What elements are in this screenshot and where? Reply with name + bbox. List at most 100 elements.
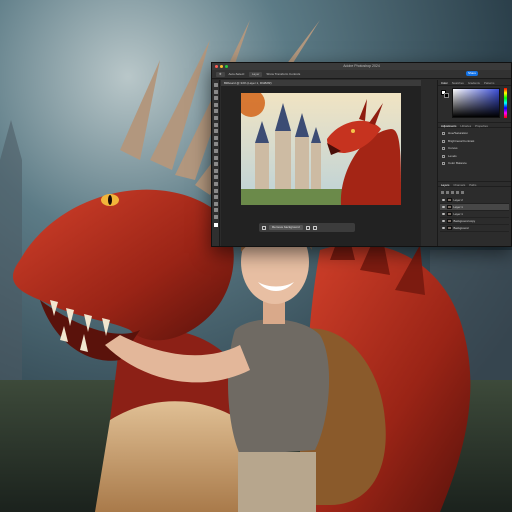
select-subject-icon[interactable]	[262, 225, 266, 230]
tab-libraries[interactable]: Libraries	[460, 123, 471, 128]
eraser-tool-icon[interactable]	[213, 155, 218, 160]
visibility-eye-icon[interactable]	[442, 212, 445, 216]
layer-name: Layer 1	[453, 211, 463, 216]
tab-patterns[interactable]: Patterns	[484, 80, 494, 85]
clone-stamp-tool-icon[interactable]	[213, 142, 218, 147]
adjustment-label: Color Balance	[448, 161, 467, 165]
layer-name: Layer 1	[453, 204, 463, 209]
title-bar: Adobe Photoshop 2024	[212, 63, 511, 70]
hand-tool-icon[interactable]	[213, 208, 218, 213]
layer-name: Layer 2	[453, 197, 463, 202]
tab-properties[interactable]: Properties	[475, 123, 488, 128]
adjustment-item[interactable]: Levels	[440, 153, 509, 161]
eyedropper-tool-icon[interactable]	[213, 122, 218, 127]
more-options-icon[interactable]	[312, 225, 317, 230]
hue-slider[interactable]	[504, 88, 507, 118]
visibility-eye-icon[interactable]	[442, 219, 445, 223]
adjustments-list: Hue/Saturation Brightness/Contrast Curve…	[440, 130, 509, 168]
visibility-eye-icon[interactable]	[442, 205, 445, 209]
adjustment-label: Curves	[448, 146, 458, 150]
color-panel-tabs: Color Swatches Gradients Patterns	[438, 80, 511, 86]
right-panel-dock: Color Swatches Gradients Patterns Adjust…	[437, 80, 511, 246]
visibility-eye-icon[interactable]	[442, 226, 445, 230]
mask-icon[interactable]	[305, 225, 310, 230]
adjustment-item[interactable]: Brightness/Contrast	[440, 138, 509, 146]
adjustment-item[interactable]: Curves	[440, 145, 509, 153]
layer-row[interactable]: Layer 2	[440, 197, 509, 204]
frame-tool-icon[interactable]	[213, 115, 218, 120]
tab-channels[interactable]: Channels	[453, 182, 465, 187]
layer-thumbnail	[446, 212, 452, 216]
move-tool-icon[interactable]: ✥	[216, 71, 225, 77]
document-canvas[interactable]	[241, 93, 401, 205]
lock-icon[interactable]	[461, 190, 464, 194]
marquee-tool-icon[interactable]	[213, 89, 218, 94]
visibility-eye-icon[interactable]	[442, 198, 445, 202]
move-tool-icon[interactable]	[213, 83, 218, 87]
type-tool-icon[interactable]	[213, 188, 218, 193]
filter-pixel-icon[interactable]	[441, 190, 444, 194]
adjustment-icon	[442, 132, 445, 136]
document-tab[interactable]: Billboard @ 34% (Layer 1, RGB/8#)	[221, 80, 421, 87]
adjustment-icon	[442, 147, 445, 151]
tab-color[interactable]: Color	[441, 80, 448, 85]
adjustment-icon	[442, 162, 445, 166]
transform-controls-checkbox[interactable]: Show Transform Controls	[266, 72, 300, 76]
layer-thumbnail	[446, 205, 452, 209]
share-button[interactable]: Share	[466, 71, 478, 76]
tab-paths[interactable]: Paths	[469, 182, 476, 187]
filter-type-icon[interactable]	[451, 190, 454, 194]
gradient-tool-icon[interactable]	[213, 162, 218, 167]
photoshop-window: Adobe Photoshop 2024 ✥ Auto-Select: Laye…	[211, 62, 512, 247]
healing-brush-tool-icon[interactable]	[213, 129, 218, 134]
layer-list: Layer 2 Layer 1 Layer 1 Background copy …	[440, 197, 509, 232]
tab-layers[interactable]: Layers	[441, 182, 449, 187]
pen-tool-icon[interactable]	[213, 181, 218, 186]
layers-panel-tabs: Layers Channels Paths	[438, 181, 511, 187]
filter-shape-icon[interactable]	[456, 190, 459, 194]
adjustment-item[interactable]: Hue/Saturation	[440, 130, 509, 138]
layer-thumbnail	[446, 198, 452, 202]
blur-tool-icon[interactable]	[213, 168, 218, 173]
brush-tool-icon[interactable]	[213, 135, 218, 140]
layer-name: Background copy	[453, 218, 476, 223]
adjustment-icon	[442, 139, 445, 143]
dodge-tool-icon[interactable]	[213, 175, 218, 180]
layer-name: Background	[453, 225, 469, 230]
layer-select-dropdown[interactable]: Layer	[248, 71, 263, 77]
canvas-artwork	[241, 93, 401, 205]
crop-tool-icon[interactable]	[213, 109, 218, 114]
contextual-task-bar: Remove background	[259, 223, 355, 232]
zoom-tool-icon[interactable]	[213, 214, 218, 219]
object-select-tool-icon[interactable]	[213, 102, 218, 107]
layer-thumbnail	[446, 226, 452, 230]
pants	[238, 452, 316, 512]
layer-row[interactable]: Background	[440, 225, 509, 232]
window-title: Adobe Photoshop 2024	[343, 64, 380, 68]
lasso-tool-icon[interactable]	[213, 96, 218, 101]
adjustment-label: Brightness/Contrast	[448, 138, 475, 143]
filter-adjustment-icon[interactable]	[446, 190, 449, 194]
adjustment-label: Hue/Saturation	[448, 131, 469, 135]
adjustment-label: Levels	[448, 153, 457, 158]
layers-filter-bar	[441, 189, 508, 195]
canvas-area[interactable]: Remove background	[221, 87, 421, 246]
layer-row[interactable]: Background copy	[440, 218, 509, 225]
layer-row-selected[interactable]: Layer 1	[440, 204, 509, 211]
tab-adjustments[interactable]: Adjustments	[441, 123, 456, 128]
tab-gradients[interactable]: Gradients	[468, 80, 480, 85]
adjustment-item[interactable]: Color Balance	[440, 160, 509, 168]
tab-swatches[interactable]: Swatches	[452, 80, 464, 85]
foreground-color-swatch[interactable]	[213, 223, 218, 228]
history-brush-tool-icon[interactable]	[213, 148, 218, 153]
adjustment-icon	[442, 154, 445, 158]
shape-tool-icon[interactable]	[213, 201, 218, 206]
remove-background-button[interactable]: Remove background	[269, 225, 303, 230]
fg-bg-swatches[interactable]	[441, 90, 449, 98]
color-field[interactable]	[452, 88, 500, 118]
adjustments-panel-tabs: Adjustments Libraries Properties	[438, 122, 511, 128]
auto-select-label[interactable]: Auto-Select:	[229, 72, 245, 76]
path-select-tool-icon[interactable]	[213, 195, 218, 200]
layer-thumbnail	[446, 219, 452, 223]
shirt	[228, 319, 330, 455]
